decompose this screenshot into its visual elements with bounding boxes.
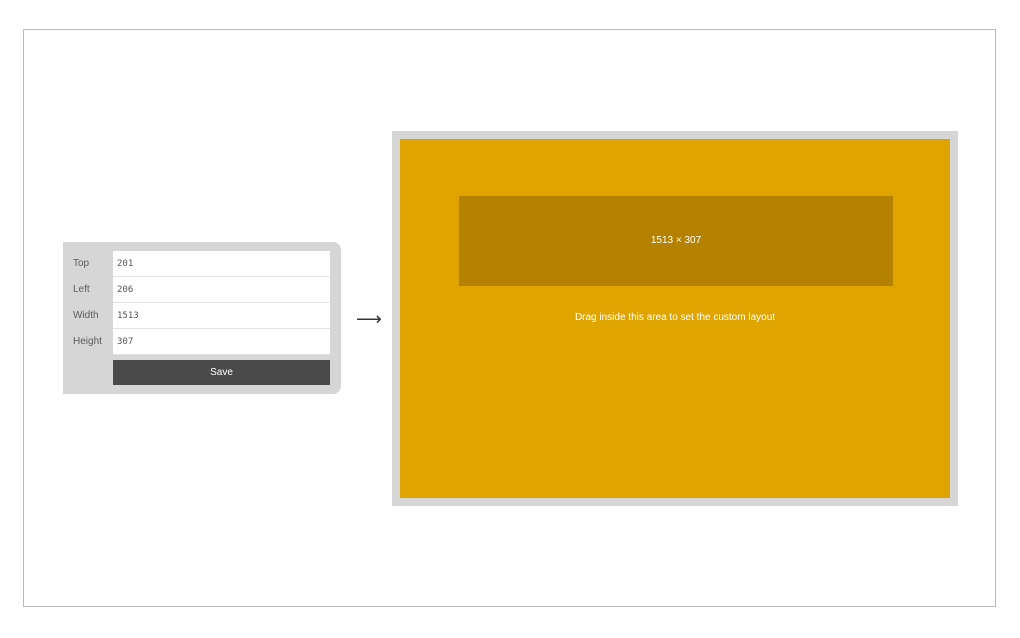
top-input[interactable] — [113, 251, 330, 277]
save-button[interactable]: Save — [113, 360, 330, 385]
canvas-hint-text: Drag inside this area to set the custom … — [574, 312, 776, 323]
top-label: Top — [73, 258, 90, 269]
form-row-width: Width — [63, 303, 341, 329]
left-label: Left — [73, 284, 90, 295]
selection-area[interactable]: 1513 × 307 — [459, 196, 893, 286]
form-row-top: Top — [63, 251, 341, 277]
form-row-height: Height — [63, 329, 341, 355]
width-label: Width — [73, 310, 99, 321]
width-input[interactable] — [113, 303, 330, 329]
arrow-right-icon: ⟶ — [356, 309, 382, 330]
form-row-left: Left — [63, 277, 341, 303]
left-input[interactable] — [113, 277, 330, 303]
selection-size-label: 1513 × 307 — [650, 235, 702, 246]
height-input[interactable] — [113, 329, 330, 355]
height-label: Height — [73, 336, 102, 347]
